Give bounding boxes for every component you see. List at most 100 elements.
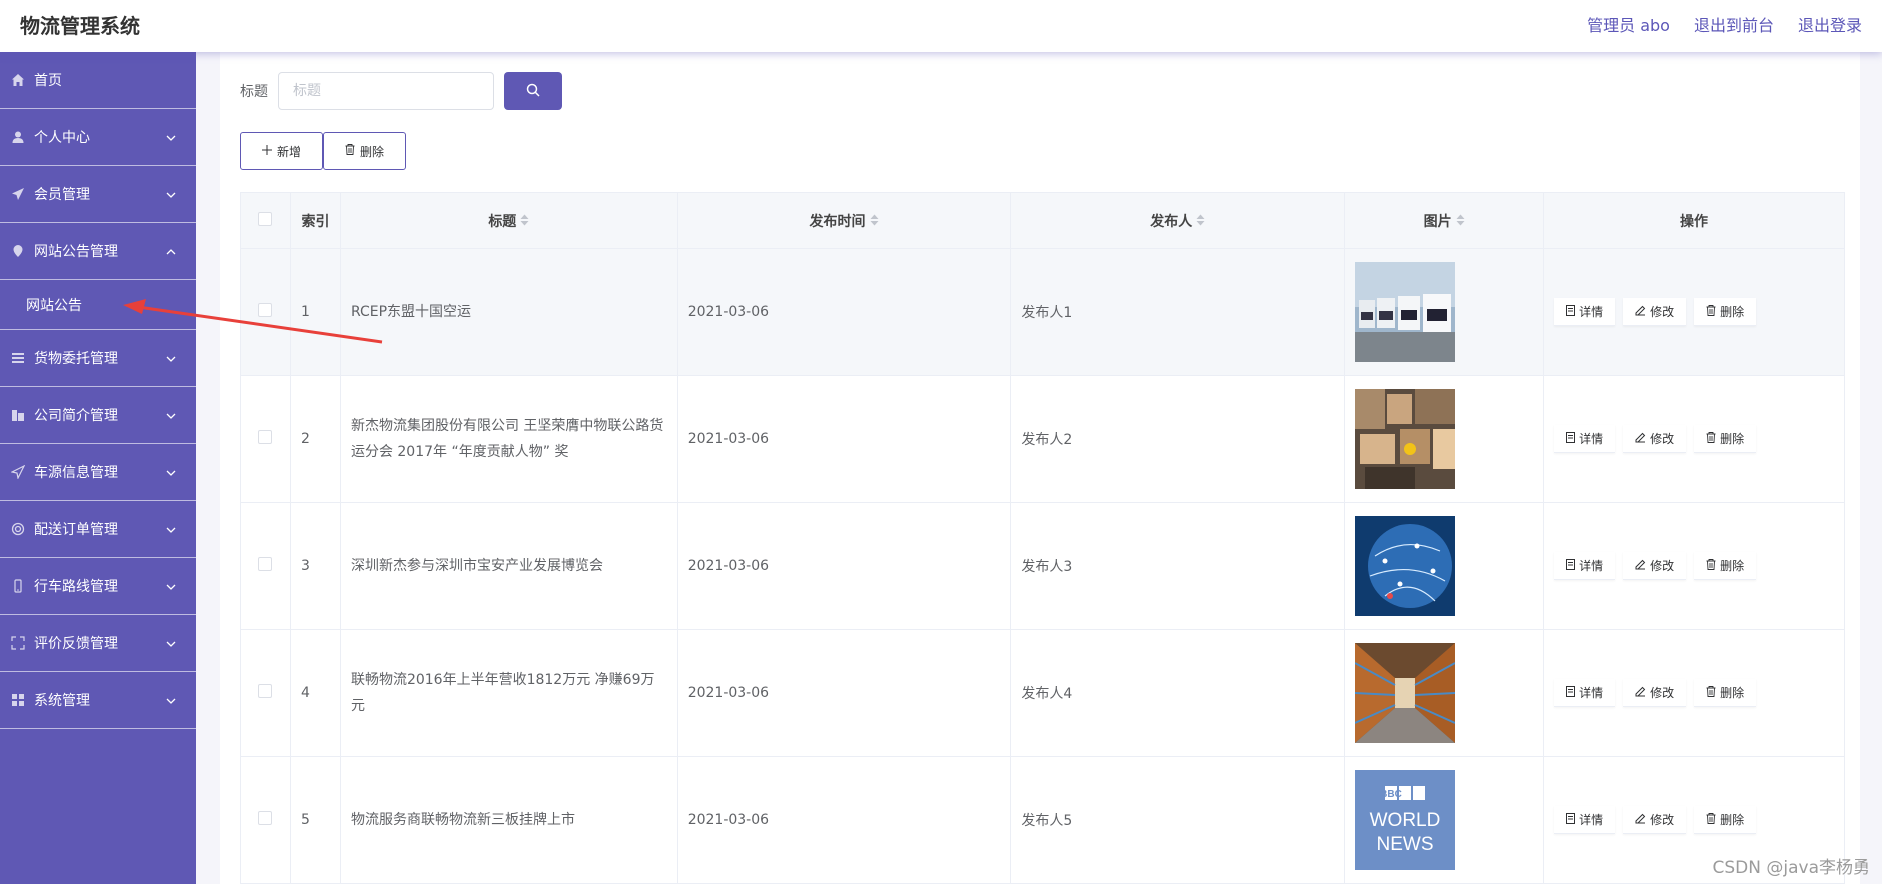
row-checkbox[interactable] [258,430,273,444]
sort-icon[interactable] [870,214,879,230]
publisher-cell: 发布人3 [1010,502,1346,630]
sidebar-item-personal-center[interactable]: 个人中心 [0,109,196,166]
title-header-label: 标题 [488,213,517,230]
document-icon [1566,304,1576,319]
bbc-letter: BBC [1380,789,1402,800]
sidebar-item-system[interactable]: 系统管理 [0,672,196,729]
table-row: 5 物流服务商联畅物流新三板挂牌上市 2021-03-06 发布人5 BBC W… [240,756,1845,884]
add-button-label: 新增 [276,144,301,159]
edit-button[interactable]: 修改 [1623,425,1687,453]
edit-icon [1635,686,1646,700]
date-header[interactable]: 发布时间 [676,192,1012,249]
sidebar-item-label: 货物委托管理 [34,351,118,367]
sort-icon[interactable] [1456,214,1465,230]
delete-label: 删除 [1720,559,1745,573]
delete-label: 删除 [1720,686,1745,700]
sidebar-item-label: 评价反馈管理 [34,636,118,652]
edit-label: 修改 [1650,432,1675,446]
sidebar-item-feedback[interactable]: 评价反馈管理 [0,615,196,672]
publisher-cell: 发布人4 [1010,629,1346,757]
send-icon [10,464,26,480]
detail-label: 详情 [1579,559,1604,573]
bbc-world-text: WORLD [1370,810,1441,831]
search-row: 标题 [240,72,562,110]
plus-icon [261,144,272,158]
date-cell: 2021-03-06 [676,502,1012,630]
bulk-delete-button[interactable]: 删除 [323,132,406,170]
index-cell: 2 [289,375,341,503]
title-cell: 深圳新杰参与深圳市宝安产业发展博览会 [339,502,678,630]
sidebar-item-home[interactable]: 首页 [0,52,196,109]
top-bar: 物流管理系统 管理员 abo 退出到前台 退出登录 [0,0,1882,52]
delete-button[interactable]: 删除 [1694,806,1757,834]
row-checkbox[interactable] [258,557,273,571]
phone-icon [10,578,26,594]
detail-button[interactable]: 详情 [1554,552,1616,580]
image-cell [1344,248,1545,376]
building-icon [10,407,26,423]
sidebar-item-routes[interactable]: 行车路线管理 [0,558,196,615]
delete-button[interactable]: 删除 [1694,298,1757,326]
trash-icon [1706,431,1716,446]
detail-button[interactable]: 详情 [1554,679,1616,707]
select-all-header[interactable] [240,192,291,249]
edit-icon [1635,305,1646,319]
sidebar-item-company[interactable]: 公司简介管理 [0,387,196,444]
add-button[interactable]: 新增 [240,132,323,170]
edit-icon [1635,559,1646,573]
search-button[interactable] [504,72,562,110]
table-row: 1 RCEP东盟十国空运 2021-03-06 发布人1 详情 修改 删除 [240,248,1845,376]
trash-icon [1706,812,1716,827]
detail-button[interactable]: 详情 [1554,425,1616,453]
delete-button[interactable]: 删除 [1694,552,1757,580]
sort-icon[interactable] [520,214,529,230]
list-icon [10,350,26,366]
sort-icon[interactable] [1196,214,1205,230]
chevron-down-icon [166,350,176,366]
date-cell: 2021-03-06 [676,756,1012,884]
select-all-checkbox[interactable] [258,211,273,226]
annotation-arrow-icon [123,299,383,344]
edit-button[interactable]: 修改 [1623,806,1687,834]
detail-button[interactable]: 详情 [1554,298,1616,326]
document-icon [1566,558,1576,573]
admin-user-link[interactable]: 管理员 abo [1587,12,1670,36]
search-icon [526,83,540,100]
edit-button[interactable]: 修改 [1623,679,1687,707]
edit-label: 修改 [1650,813,1675,827]
sidebar-item-vehicles[interactable]: 车源信息管理 [0,444,196,501]
sidebar-item-label: 车源信息管理 [34,465,118,481]
index-cell: 4 [289,629,341,757]
document-icon [1566,812,1576,827]
logout-link[interactable]: 退出登录 [1798,12,1862,36]
chevron-down-icon [166,464,176,480]
title-header[interactable]: 标题 [339,192,678,249]
image-header[interactable]: 图片 [1344,192,1545,249]
detail-label: 详情 [1579,432,1604,446]
exit-to-front-link[interactable]: 退出到前台 [1694,12,1774,36]
announcement-table: 索引 标题 发布时间 发布人 图片 操作 1 RCEP东盟十国空运 2021-0… [240,192,1845,884]
edit-button[interactable]: 修改 [1623,298,1687,326]
detail-button[interactable]: 详情 [1554,806,1616,834]
image-cell [1344,502,1545,630]
delete-label: 删除 [1720,305,1745,319]
date-cell: 2021-03-06 [676,248,1012,376]
title-search-input[interactable] [278,72,494,110]
table-row: 3 深圳新杰参与深圳市宝安产业发展博览会 2021-03-06 发布人3 详情 [240,502,1845,630]
delete-button[interactable]: 删除 [1694,425,1757,453]
row-checkbox[interactable] [258,811,273,825]
row-checkbox[interactable] [258,684,273,698]
edit-button[interactable]: 修改 [1623,552,1687,580]
ops-header: 操作 [1543,192,1845,249]
sidebar-item-label: 系统管理 [34,693,90,709]
sidebar-item-announcements[interactable]: 网站公告管理 [0,223,196,280]
sidebar-item-members[interactable]: 会员管理 [0,166,196,223]
title-cell: 新杰物流集团股份有限公司 王坚荣膺中物联公路货运分会 2017年 “年度贡献人物… [339,375,678,503]
chevron-down-icon [166,692,176,708]
sidebar-item-delivery-orders[interactable]: 配送订单管理 [0,501,196,558]
publisher-header[interactable]: 发布人 [1010,192,1346,249]
edit-label: 修改 [1650,559,1675,573]
sidebar: 首页 个人中心 会员管理 网站公告管理 网站公告 货物委托管理 公司简介管理 车… [0,52,196,884]
edit-label: 修改 [1650,305,1675,319]
delete-button[interactable]: 删除 [1694,679,1757,707]
